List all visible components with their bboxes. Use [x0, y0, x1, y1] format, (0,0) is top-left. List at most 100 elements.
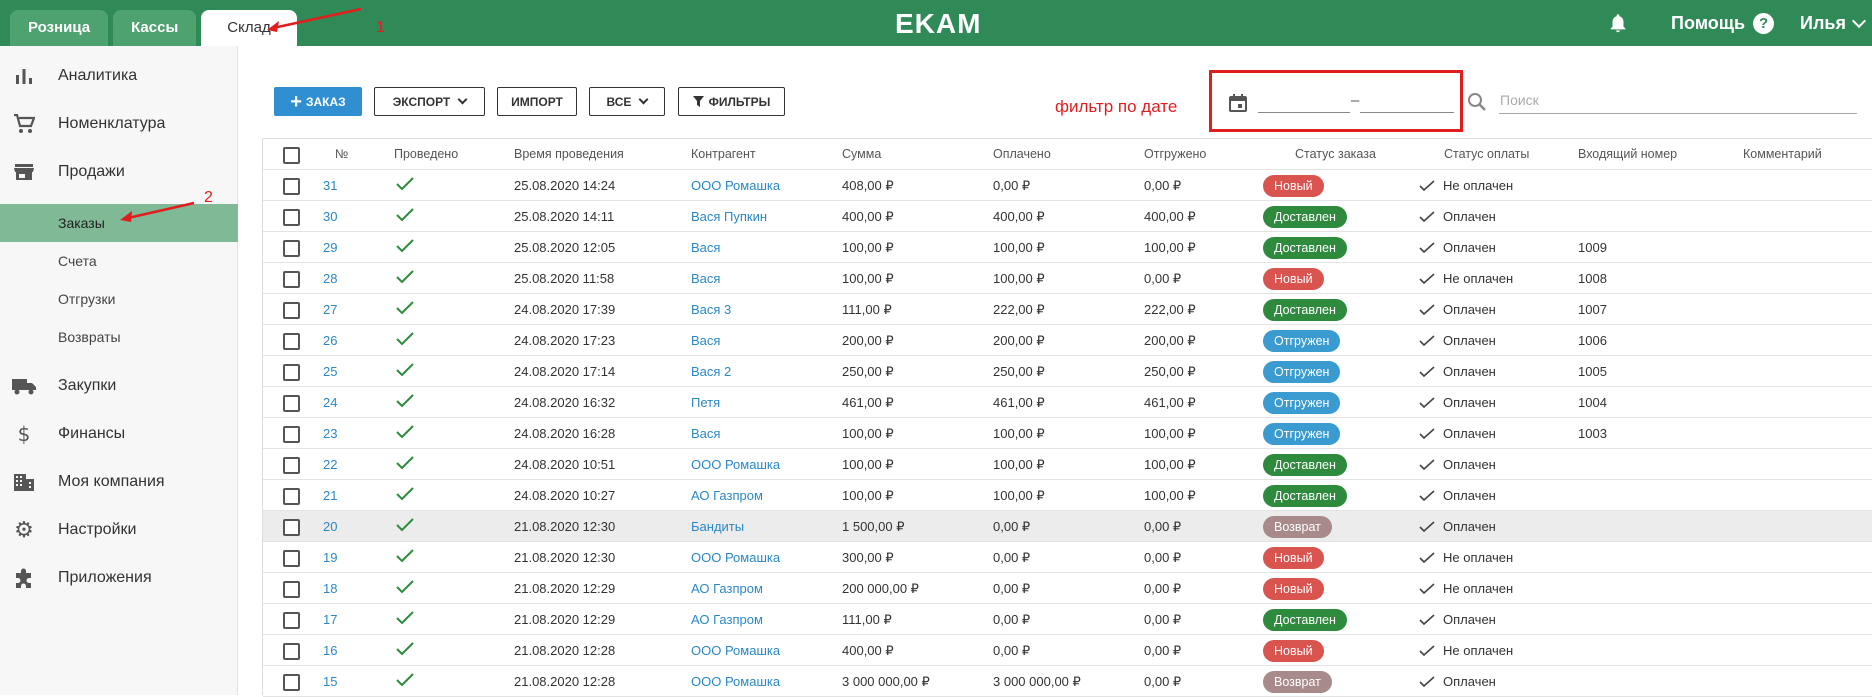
table-row[interactable]: 29 25.08.2020 12:05 Вася 100,00 ₽ 100,00 ₽ 10…	[263, 232, 1872, 263]
row-checkbox[interactable]	[283, 457, 300, 474]
row-checkbox[interactable]	[283, 581, 300, 598]
user-menu[interactable]: Илья	[1800, 13, 1867, 34]
row-checkbox[interactable]	[283, 333, 300, 350]
contractor-link[interactable]: ООО Ромашка	[691, 542, 780, 573]
col-header-posted[interactable]: Проведено	[394, 139, 458, 170]
table-row[interactable]: 31 25.08.2020 14:24 ООО Ромашка 408,00 ₽ 0,0…	[263, 170, 1872, 201]
order-number-link[interactable]: 25	[323, 356, 337, 387]
search-input[interactable]: Поиск	[1500, 92, 1539, 108]
col-header-payment-status[interactable]: Статус оплаты	[1444, 139, 1529, 170]
row-checkbox[interactable]	[283, 426, 300, 443]
order-number-link[interactable]: 20	[323, 511, 337, 542]
contractor-link[interactable]: ООО Ромашка	[691, 635, 780, 666]
row-checkbox[interactable]	[283, 302, 300, 319]
contractor-link[interactable]: ООО Ромашка	[691, 170, 780, 201]
table-row[interactable]: 28 25.08.2020 11:58 Вася 100,00 ₽ 100,00 ₽ 0,…	[263, 263, 1872, 294]
col-header-shipped[interactable]: Отгружено	[1144, 139, 1206, 170]
contractor-link[interactable]: АО Газпром	[691, 480, 763, 511]
order-number-link[interactable]: 29	[323, 232, 337, 263]
order-number-link[interactable]: 16	[323, 635, 337, 666]
col-header-sum[interactable]: Сумма	[842, 139, 881, 170]
contractor-link[interactable]: Вася	[691, 325, 720, 356]
row-checkbox[interactable]	[283, 240, 300, 257]
table-row[interactable]: 24 24.08.2020 16:32 Петя 461,00 ₽ 461,00 ₽ 46…	[263, 387, 1872, 418]
contractor-link[interactable]: Петя	[691, 387, 720, 418]
order-number-link[interactable]: 17	[323, 604, 337, 635]
table-row[interactable]: 23 24.08.2020 16:28 Вася 100,00 ₽ 100,00 ₽ 10…	[263, 418, 1872, 449]
table-row[interactable]: 26 24.08.2020 17:23 Вася 200,00 ₽ 200,00 ₽ 20…	[263, 325, 1872, 356]
search-icon[interactable]	[1467, 92, 1487, 112]
help-button[interactable]: Помощь ?	[1671, 12, 1775, 34]
contractor-link[interactable]: Вася 2	[691, 356, 731, 387]
tab-cashboxes[interactable]: Кассы	[113, 10, 197, 46]
all-dropdown[interactable]: ВСЕ	[589, 87, 665, 116]
order-number-link[interactable]: 30	[323, 201, 337, 232]
bell-icon[interactable]	[1607, 12, 1629, 34]
row-checkbox[interactable]	[283, 612, 300, 629]
order-number-link[interactable]: 22	[323, 449, 337, 480]
row-checkbox[interactable]	[283, 271, 300, 288]
col-header-comment[interactable]: Комментарий	[1743, 139, 1822, 170]
contractor-link[interactable]: АО Газпром	[691, 604, 763, 635]
order-number-link[interactable]: 19	[323, 542, 337, 573]
order-number-link[interactable]: 18	[323, 573, 337, 604]
order-number-link[interactable]: 15	[323, 666, 337, 697]
order-number-link[interactable]: 27	[323, 294, 337, 325]
import-button[interactable]: ИМПОРТ	[497, 87, 577, 116]
tab-retail[interactable]: Розница	[10, 10, 109, 46]
order-number-link[interactable]: 24	[323, 387, 337, 418]
select-all-checkbox[interactable]	[283, 147, 300, 164]
table-row[interactable]: 15 21.08.2020 12:28 ООО Ромашка 3 000 000,0…	[263, 666, 1872, 697]
table-row[interactable]: 30 25.08.2020 14:11 Вася Пупкин 400,00 ₽ 400…	[263, 201, 1872, 232]
ekam-logo[interactable]: EKAM	[895, 8, 981, 40]
table-row[interactable]: 17 21.08.2020 12:29 АО Газпром 111,00 ₽ 0,00…	[263, 604, 1872, 635]
sidebar-item-nomenclature[interactable]: Номенклатура	[0, 100, 238, 148]
order-number-link[interactable]: 31	[323, 170, 337, 201]
contractor-link[interactable]: ООО Ромашка	[691, 666, 780, 697]
sidebar-item-my-company[interactable]: Моя компания	[0, 458, 238, 506]
sidebar-item-apps[interactable]: Приложения	[0, 554, 238, 602]
contractor-link[interactable]: Вася	[691, 418, 720, 449]
add-order-button[interactable]: + ЗАКАЗ	[274, 87, 362, 116]
filters-button[interactable]: ФИЛЬТРЫ	[678, 87, 785, 116]
order-number-link[interactable]: 23	[323, 418, 337, 449]
sidebar-item-purchases[interactable]: Закупки	[0, 362, 238, 410]
row-checkbox[interactable]	[283, 488, 300, 505]
col-header-incoming-number[interactable]: Входящий номер	[1578, 139, 1677, 170]
col-header-number[interactable]: №	[335, 139, 348, 170]
sidebar-item-sales[interactable]: Продажи	[0, 148, 238, 196]
table-row[interactable]: 20 21.08.2020 12:30 Бандиты 1 500,00 ₽ 0,00 …	[263, 511, 1872, 542]
sidebar-subitem-invoices[interactable]: Счета	[0, 242, 238, 280]
col-header-paid[interactable]: Оплачено	[993, 139, 1051, 170]
date-from-input[interactable]	[1258, 112, 1350, 113]
sidebar-subitem-returns[interactable]: Возвраты	[0, 318, 238, 356]
contractor-link[interactable]: АО Газпром	[691, 573, 763, 604]
row-checkbox[interactable]	[283, 643, 300, 660]
table-row[interactable]: 18 21.08.2020 12:29 АО Газпром 200 000,00 ₽…	[263, 573, 1872, 604]
contractor-link[interactable]: Вася	[691, 232, 720, 263]
row-checkbox[interactable]	[283, 364, 300, 381]
table-row[interactable]: 21 24.08.2020 10:27 АО Газпром 100,00 ₽ 100,…	[263, 480, 1872, 511]
row-checkbox[interactable]	[283, 674, 300, 691]
contractor-link[interactable]: Вася Пупкин	[691, 201, 767, 232]
row-checkbox[interactable]	[283, 550, 300, 567]
date-to-input[interactable]	[1360, 112, 1454, 113]
row-checkbox[interactable]	[283, 395, 300, 412]
col-header-order-status[interactable]: Статус заказа	[1295, 139, 1376, 170]
sidebar-item-finance[interactable]: $ Финансы	[0, 410, 238, 458]
table-row[interactable]: 27 24.08.2020 17:39 Вася 3 111,00 ₽ 222,00 ₽…	[263, 294, 1872, 325]
row-checkbox[interactable]	[283, 178, 300, 195]
table-row[interactable]: 22 24.08.2020 10:51 ООО Ромашка 100,00 ₽ 100…	[263, 449, 1872, 480]
sidebar-subitem-shipments[interactable]: Отгрузки	[0, 280, 238, 318]
table-row[interactable]: 19 21.08.2020 12:30 ООО Ромашка 300,00 ₽ 0,0…	[263, 542, 1872, 573]
order-number-link[interactable]: 21	[323, 480, 337, 511]
contractor-link[interactable]: Вася	[691, 263, 720, 294]
sidebar-item-settings[interactable]: ⚙ Настройки	[0, 506, 238, 554]
order-number-link[interactable]: 28	[323, 263, 337, 294]
contractor-link[interactable]: Вася 3	[691, 294, 731, 325]
col-header-contractor[interactable]: Контрагент	[691, 139, 756, 170]
table-row[interactable]: 25 24.08.2020 17:14 Вася 2 250,00 ₽ 250,00 ₽…	[263, 356, 1872, 387]
col-header-time[interactable]: Время проведения	[514, 139, 624, 170]
calendar-icon[interactable]	[1228, 93, 1248, 113]
order-number-link[interactable]: 26	[323, 325, 337, 356]
